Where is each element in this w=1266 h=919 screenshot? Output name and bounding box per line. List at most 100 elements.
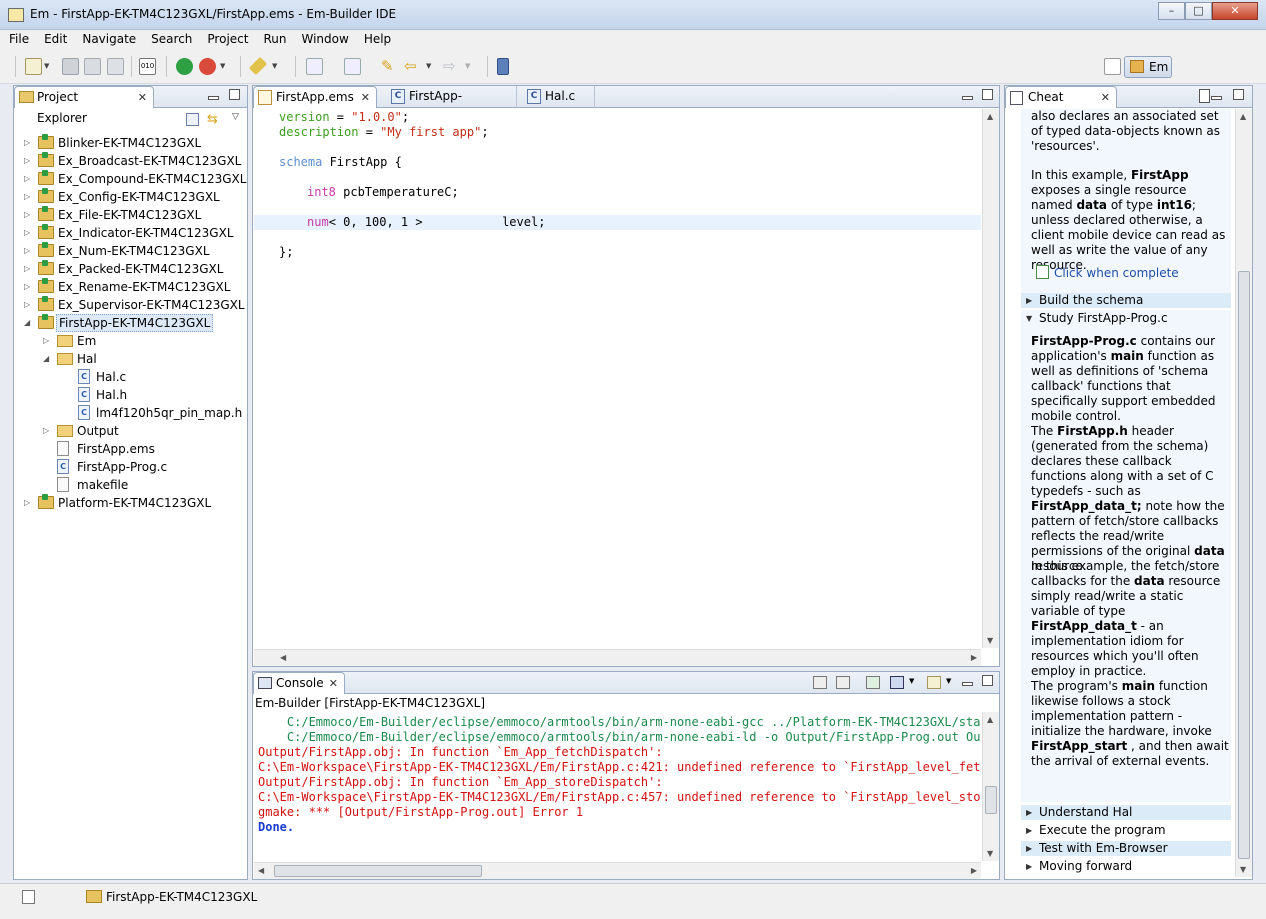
build-icon[interactable]: [248, 56, 268, 76]
expand-arrow-icon[interactable]: ▷: [43, 422, 53, 440]
new-console-dropdown-icon[interactable]: ▼: [946, 677, 951, 685]
open-perspective-icon[interactable]: [1104, 58, 1121, 75]
close-button[interactable]: ✕: [1212, 2, 1258, 20]
editor-vertical-scrollbar[interactable]: ▲ ▼: [982, 109, 999, 648]
menu-window[interactable]: Window: [295, 30, 354, 48]
collapse-arrow-icon[interactable]: ◢: [24, 314, 34, 332]
tab-console[interactable]: Console ✕: [253, 672, 345, 694]
expand-arrow-icon[interactable]: ▷: [24, 224, 34, 242]
tree-item[interactable]: ▷ Ex_File-EK-TM4C123GXL: [14, 206, 247, 224]
step-moving-forward[interactable]: ▶ Moving forward: [1021, 859, 1231, 874]
tree-item[interactable]: C Hal.c: [14, 368, 247, 386]
display-dropdown-icon[interactable]: ▼: [909, 677, 914, 685]
tree-item[interactable]: ▷ Ex_Indicator-EK-TM4C123GXL: [14, 224, 247, 242]
back-dropdown-icon[interactable]: ▼: [426, 58, 436, 75]
scroll-thumb[interactable]: [985, 786, 997, 814]
last-edit-icon[interactable]: ✎: [381, 58, 398, 75]
cheat-vertical-scrollbar[interactable]: ▲ ▼: [1235, 109, 1252, 877]
pin-console-icon[interactable]: [866, 676, 880, 689]
menu-help[interactable]: Help: [358, 30, 397, 48]
console-output[interactable]: C:/Emmoco/Em-Builder/eclipse/emmoco/armt…: [254, 712, 981, 861]
tree-item[interactable]: ▷ Platform-EK-TM4C123GXL: [14, 494, 247, 512]
tree-item[interactable]: ▷ Ex_Packed-EK-TM4C123GXL: [14, 260, 247, 278]
view-menu-icon[interactable]: ▽: [232, 112, 239, 122]
prev-annotation-icon[interactable]: [344, 58, 361, 75]
expand-arrow-icon[interactable]: ▷: [24, 242, 34, 260]
new-dropdown-icon[interactable]: ▼: [44, 58, 54, 75]
print-icon[interactable]: [107, 58, 124, 75]
minimize-view-icon[interactable]: [962, 96, 973, 100]
close-icon[interactable]: ✕: [329, 673, 338, 694]
tree-item[interactable]: ▷ Ex_Supervisor-EK-TM4C123GXL: [14, 296, 247, 314]
step-understand-hal[interactable]: ▶ Understand Hal: [1021, 805, 1231, 820]
next-annotation-icon[interactable]: [306, 58, 323, 75]
tree-item[interactable]: ◢ Hal: [14, 350, 247, 368]
step-study-firstapp-prog[interactable]: ▼ Study FirstApp-Prog.c: [1021, 311, 1231, 326]
minimize-view-icon[interactable]: [208, 96, 219, 100]
tree-item[interactable]: ▷ Blinker-EK-TM4C123GXL: [14, 134, 247, 152]
step-build-schema[interactable]: ▶ Build the schema: [1021, 293, 1231, 308]
code-editor[interactable]: version = "1.0.0"; description = "My fir…: [254, 109, 981, 648]
minimize-button[interactable]: –: [1158, 2, 1185, 20]
tree-item[interactable]: ▷ Ex_Broadcast-EK-TM4C123GXL: [14, 152, 247, 170]
tree-item[interactable]: ▷ Ex_Rename-EK-TM4C123GXL: [14, 278, 247, 296]
tree-item[interactable]: ▷ Em: [14, 332, 247, 350]
tree-item[interactable]: C FirstApp-Prog.c: [14, 458, 247, 476]
close-icon[interactable]: ✕: [138, 87, 147, 108]
maximize-view-icon[interactable]: [229, 89, 240, 100]
forward-icon[interactable]: ⇨: [443, 58, 460, 75]
tree-item[interactable]: Clm4f120h5qr_pin_map.h: [14, 404, 247, 422]
menu-run[interactable]: Run: [257, 30, 292, 48]
close-icon[interactable]: ✕: [361, 87, 370, 108]
minimize-view-icon[interactable]: [1211, 96, 1222, 100]
save-icon[interactable]: [62, 58, 79, 75]
expand-arrow-icon[interactable]: ▷: [24, 188, 34, 206]
expand-arrow-icon[interactable]: ▷: [24, 494, 34, 512]
tree-item[interactable]: ▷ Ex_Num-EK-TM4C123GXL: [14, 242, 247, 260]
expand-arrow-icon[interactable]: ▷: [24, 296, 34, 314]
expand-arrow-icon[interactable]: ▷: [24, 170, 34, 188]
terminate-icon[interactable]: [813, 676, 827, 689]
step-execute-program[interactable]: ▶ Execute the program: [1021, 823, 1231, 838]
close-icon[interactable]: ✕: [1101, 87, 1110, 108]
collapse-arrow-icon[interactable]: ◢: [43, 350, 53, 368]
back-icon[interactable]: ⇦: [404, 58, 421, 75]
menu-file[interactable]: File: [3, 30, 35, 48]
minimize-view-icon[interactable]: [962, 682, 973, 686]
tree-item[interactable]: ◢ FirstApp-EK-TM4C123GXL: [14, 314, 247, 332]
step-test-em-browser[interactable]: ▶ Test with Em-Browser: [1021, 841, 1231, 856]
expand-arrow-icon[interactable]: ▷: [24, 152, 34, 170]
new-icon[interactable]: [25, 58, 42, 75]
tree-item[interactable]: C Hal.h: [14, 386, 247, 404]
tab-cheat-sheets[interactable]: Cheat Sheets ✕: [1005, 86, 1117, 125]
tab-firstapp-prog-c[interactable]: C FirstApp-Prog.c: [387, 86, 517, 124]
expand-arrow-icon[interactable]: ▷: [43, 332, 53, 350]
expand-arrow-icon[interactable]: ▷: [24, 260, 34, 278]
tab-hal-c[interactable]: C Hal.c: [523, 86, 595, 108]
display-console-icon[interactable]: [890, 676, 904, 689]
forward-dropdown-icon[interactable]: ▼: [465, 58, 475, 75]
save-all-icon[interactable]: [84, 58, 101, 75]
menu-project[interactable]: Project: [201, 30, 254, 48]
fast-view-icon[interactable]: [22, 890, 35, 904]
debug-dropdown-icon[interactable]: ▼: [220, 58, 230, 75]
book-icon[interactable]: [497, 58, 509, 75]
scroll-thumb[interactable]: [274, 865, 482, 877]
maximize-view-icon[interactable]: [982, 89, 993, 100]
expand-arrow-icon[interactable]: ▷: [24, 206, 34, 224]
maximize-button[interactable]: □: [1185, 2, 1212, 20]
binary-icon[interactable]: 010: [139, 58, 156, 75]
menu-search[interactable]: Search: [145, 30, 198, 48]
maximize-view-icon[interactable]: [982, 675, 993, 686]
tree-item[interactable]: makefile: [14, 476, 247, 494]
editor-horizontal-scrollbar[interactable]: ◀ ▶: [254, 649, 981, 666]
collapse-all-icon[interactable]: [186, 113, 199, 126]
scroll-thumb[interactable]: [1238, 271, 1250, 859]
clear-console-icon[interactable]: [836, 676, 850, 689]
debug-icon[interactable]: [199, 58, 216, 75]
console-vertical-scrollbar[interactable]: ▲ ▼: [982, 712, 999, 861]
tree-item[interactable]: ▷ Ex_Compound-EK-TM4C123GXL: [14, 170, 247, 188]
tab-project-explorer[interactable]: Project Explorer ✕: [14, 86, 154, 125]
maximize-view-icon[interactable]: [1233, 89, 1244, 100]
collapse-all-icon[interactable]: [1199, 89, 1210, 103]
